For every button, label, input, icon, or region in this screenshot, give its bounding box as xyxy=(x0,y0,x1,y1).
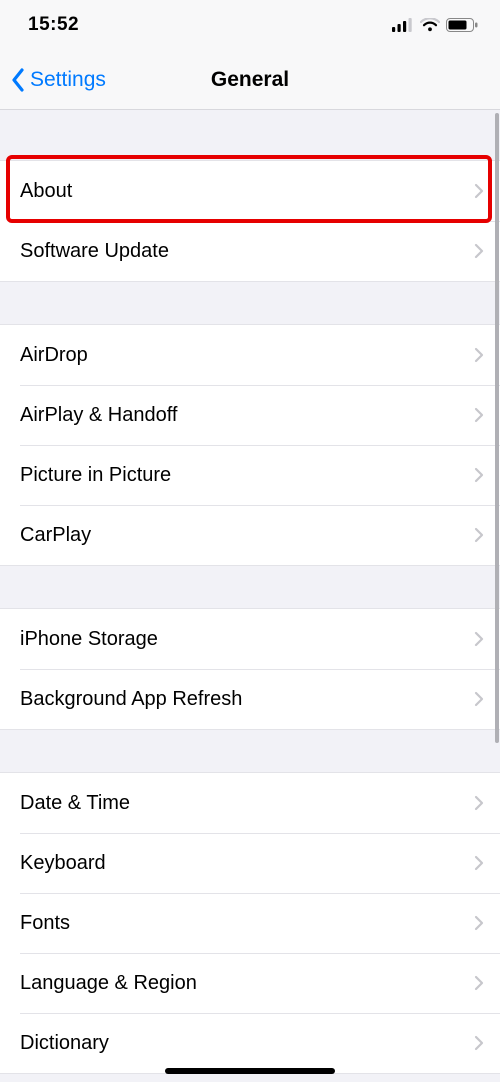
cellular-icon xyxy=(392,18,414,32)
row-label: Software Update xyxy=(20,240,169,263)
back-label: Settings xyxy=(30,68,106,92)
chevron-right-icon xyxy=(474,631,484,647)
row-label: Picture in Picture xyxy=(20,464,171,487)
row-keyboard[interactable]: Keyboard xyxy=(0,833,500,893)
status-time: 15:52 xyxy=(28,14,79,36)
chevron-right-icon xyxy=(474,691,484,707)
row-label: iPhone Storage xyxy=(20,628,158,651)
battery-icon xyxy=(446,18,478,32)
row-about[interactable]: About xyxy=(0,161,500,221)
row-language-region[interactable]: Language & Region xyxy=(0,953,500,1013)
row-label: Keyboard xyxy=(20,852,106,875)
row-carplay[interactable]: CarPlay xyxy=(0,505,500,565)
row-fonts[interactable]: Fonts xyxy=(0,893,500,953)
row-label: Dictionary xyxy=(20,1032,109,1055)
chevron-left-icon xyxy=(10,68,26,92)
group-1: AirDrop AirPlay & Handoff Picture in Pic… xyxy=(0,324,500,566)
chevron-right-icon xyxy=(474,795,484,811)
row-picture-in-picture[interactable]: Picture in Picture xyxy=(0,445,500,505)
chevron-right-icon xyxy=(474,915,484,931)
row-label: CarPlay xyxy=(20,524,91,547)
row-airdrop[interactable]: AirDrop xyxy=(0,325,500,385)
group-2: iPhone Storage Background App Refresh xyxy=(0,608,500,730)
row-label: Language & Region xyxy=(20,972,197,995)
row-label: AirPlay & Handoff xyxy=(20,404,178,427)
status-icons xyxy=(392,18,478,32)
row-software-update[interactable]: Software Update xyxy=(0,221,500,281)
row-label: Background App Refresh xyxy=(20,688,242,711)
row-background-app-refresh[interactable]: Background App Refresh xyxy=(0,669,500,729)
chevron-right-icon xyxy=(474,243,484,259)
back-button[interactable]: Settings xyxy=(0,68,106,92)
chevron-right-icon xyxy=(474,407,484,423)
group-3: Date & Time Keyboard Fonts Language & Re… xyxy=(0,772,500,1074)
row-airplay-handoff[interactable]: AirPlay & Handoff xyxy=(0,385,500,445)
scroll-indicator xyxy=(495,113,499,743)
chevron-right-icon xyxy=(474,467,484,483)
content: About Software Update AirDrop AirPlay & … xyxy=(0,110,500,1082)
group-0: About Software Update xyxy=(0,160,500,282)
row-label: Date & Time xyxy=(20,792,130,815)
status-bar: 15:52 xyxy=(0,0,500,50)
highlight-annotation xyxy=(6,155,492,223)
chevron-right-icon xyxy=(474,183,484,199)
row-iphone-storage[interactable]: iPhone Storage xyxy=(0,609,500,669)
wifi-icon xyxy=(420,18,440,32)
chevron-right-icon xyxy=(474,855,484,871)
row-label: About xyxy=(20,180,72,203)
chevron-right-icon xyxy=(474,975,484,991)
nav-header: Settings General xyxy=(0,50,500,110)
row-label: AirDrop xyxy=(20,344,88,367)
row-dictionary[interactable]: Dictionary xyxy=(0,1013,500,1073)
chevron-right-icon xyxy=(474,1035,484,1051)
chevron-right-icon xyxy=(474,527,484,543)
row-label: Fonts xyxy=(20,912,70,935)
home-indicator xyxy=(165,1068,335,1074)
row-date-time[interactable]: Date & Time xyxy=(0,773,500,833)
chevron-right-icon xyxy=(474,347,484,363)
